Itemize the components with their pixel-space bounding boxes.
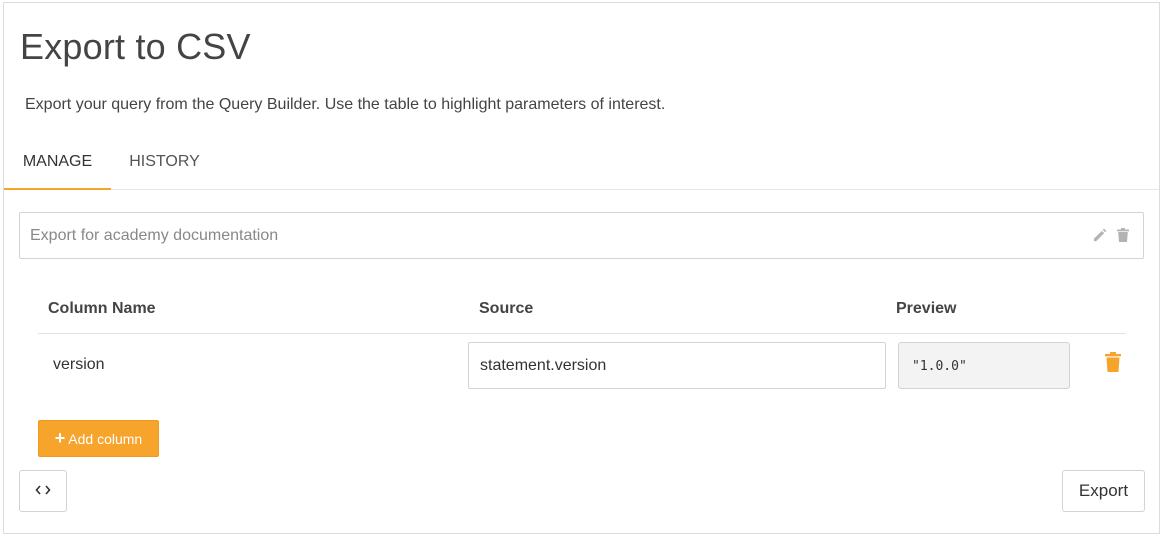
tab-manage[interactable]: MANAGE — [4, 141, 111, 190]
source-input[interactable] — [468, 342, 886, 389]
export-name-input[interactable] — [20, 213, 1080, 258]
table-divider — [38, 333, 1126, 334]
pencil-icon[interactable] — [1090, 226, 1108, 244]
export-name-field — [19, 212, 1144, 259]
page-title: Export to CSV — [20, 26, 251, 67]
toggle-code-button[interactable] — [19, 470, 67, 512]
export-panel: Export to CSV Export your query from the… — [3, 2, 1160, 534]
column-header-name: Column Name — [48, 300, 156, 317]
add-column-label: Add column — [68, 430, 143, 447]
tab-history[interactable]: HISTORY — [111, 141, 218, 190]
tab-bar: MANAGE HISTORY — [4, 141, 1159, 190]
plus-icon: + — [54, 427, 66, 448]
trash-icon[interactable] — [1114, 226, 1132, 244]
export-button[interactable]: Export — [1062, 470, 1145, 512]
column-header-preview: Preview — [896, 300, 957, 317]
preview-value: "1.0.0" — [898, 342, 1070, 389]
column-header-source: Source — [479, 300, 534, 317]
delete-row-icon[interactable] — [1103, 350, 1123, 374]
column-name-cell: version — [53, 356, 105, 373]
code-brackets-icon — [35, 484, 51, 499]
page-description: Export your query from the Query Builder… — [25, 96, 666, 113]
add-column-button[interactable]: + Add column — [38, 420, 159, 457]
